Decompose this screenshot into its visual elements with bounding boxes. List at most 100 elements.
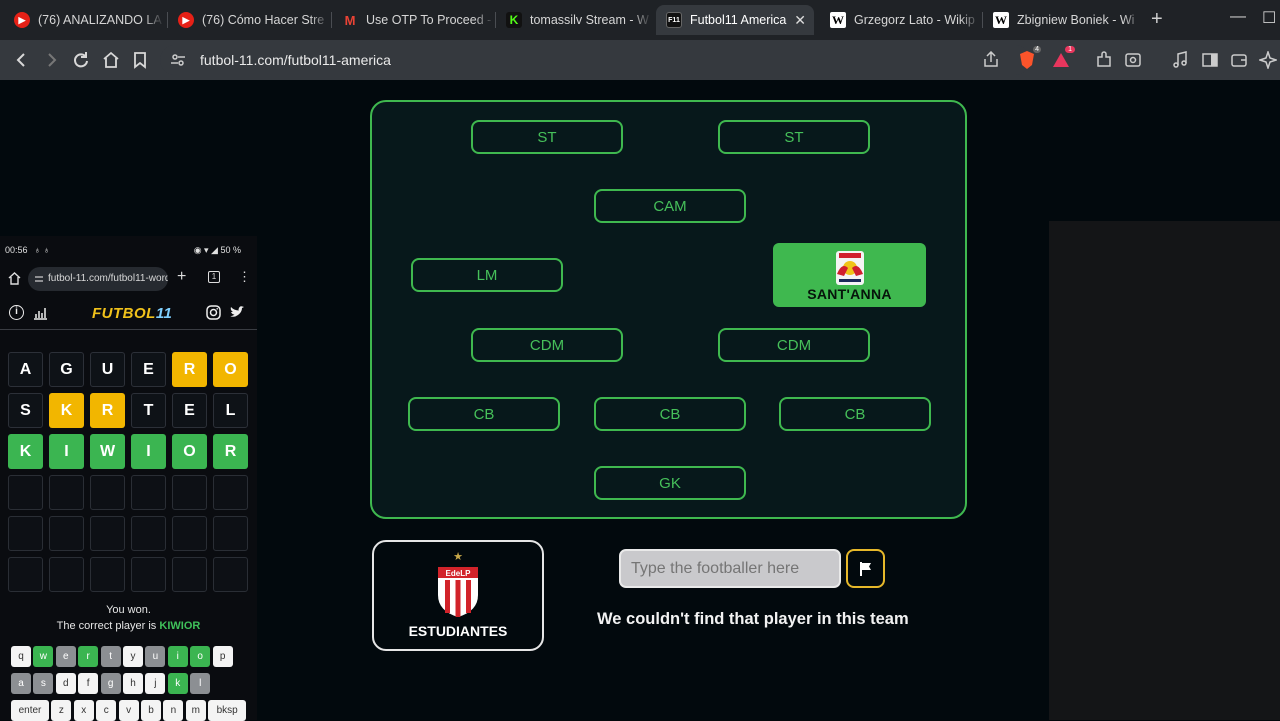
browser-tab-bar: ▶ (76) ANALIZANDO LA ▶ (76) Cómo Hacer S… bbox=[0, 0, 1280, 40]
key-r[interactable]: r bbox=[78, 646, 99, 667]
key-f[interactable]: f bbox=[78, 673, 99, 694]
tab-kick[interactable]: K tomassilv Stream - W bbox=[496, 5, 652, 35]
tab-wikipedia-boniek[interactable]: W Zbigniew Boniek - Wi bbox=[983, 5, 1143, 35]
phone-time: 00:56 bbox=[5, 245, 28, 255]
grid-cell: E bbox=[131, 352, 166, 387]
key-w[interactable]: w bbox=[33, 646, 54, 667]
phone-menu-icon[interactable]: ⋮ bbox=[238, 269, 251, 285]
grid-cell: E bbox=[172, 393, 207, 428]
slot-cdm-2[interactable]: CDM bbox=[718, 328, 870, 362]
tab-title: tomassilv Stream - W bbox=[530, 13, 649, 27]
grid-cell: K bbox=[8, 434, 43, 469]
key-y[interactable]: y bbox=[123, 646, 143, 667]
gmail-icon: M bbox=[344, 12, 356, 28]
reload-button[interactable] bbox=[70, 49, 92, 71]
key-u[interactable]: u bbox=[145, 646, 166, 667]
lineup-pitch: ST ST CAM LM SANT'ANNA CDM CDM CB CB CB … bbox=[370, 100, 967, 519]
phone-address-bar[interactable]: futbol-11.com/futbol11-word bbox=[28, 267, 168, 291]
key-l[interactable]: l bbox=[190, 673, 211, 694]
key-b[interactable]: b bbox=[141, 700, 161, 721]
key-j[interactable]: j bbox=[145, 673, 166, 694]
extensions-icon[interactable] bbox=[1094, 50, 1114, 70]
bookmark-button[interactable] bbox=[129, 49, 151, 71]
key-d[interactable]: d bbox=[55, 673, 76, 694]
slot-lm[interactable]: LM bbox=[411, 258, 563, 292]
grid-cell bbox=[172, 475, 207, 510]
home-button[interactable] bbox=[100, 49, 122, 71]
address-bar[interactable]: futbol-11.com/futbol11-america bbox=[160, 45, 1030, 75]
slot-cb-3[interactable]: CB bbox=[779, 397, 931, 431]
key-n[interactable]: n bbox=[163, 700, 184, 721]
footballer-search-input[interactable] bbox=[619, 549, 841, 588]
wikipedia-icon: W bbox=[830, 12, 846, 28]
slot-cb-2[interactable]: CB bbox=[594, 397, 746, 431]
phone-tab-count[interactable]: 1 bbox=[208, 271, 220, 283]
slot-cb-1[interactable]: CB bbox=[408, 397, 560, 431]
key-p[interactable]: p bbox=[212, 646, 233, 667]
key-s[interactable]: s bbox=[33, 673, 54, 694]
phone-new-tab-icon[interactable]: + bbox=[177, 268, 186, 286]
minimize-icon[interactable]: — bbox=[1230, 8, 1246, 26]
media-controls-icon[interactable] bbox=[1170, 50, 1190, 70]
key-bksp[interactable]: bksp bbox=[208, 700, 247, 721]
key-x[interactable]: x bbox=[73, 700, 94, 721]
instagram-icon[interactable] bbox=[206, 305, 221, 320]
key-a[interactable]: a bbox=[11, 673, 31, 694]
close-tab-icon[interactable]: ✕ bbox=[794, 12, 806, 29]
brave-shields-icon[interactable]: 4 bbox=[1017, 46, 1041, 70]
brave-rewards-icon[interactable]: 1 bbox=[1051, 46, 1075, 70]
key-o[interactable]: o bbox=[190, 646, 211, 667]
key-h[interactable]: h bbox=[123, 673, 143, 694]
home-icon[interactable] bbox=[8, 272, 21, 285]
maximize-icon[interactable]: ☐ bbox=[1262, 8, 1276, 28]
key-q[interactable]: q bbox=[11, 646, 31, 667]
slot-st-2[interactable]: ST bbox=[718, 120, 870, 154]
key-e[interactable]: e bbox=[55, 646, 76, 667]
grid-cell: L bbox=[213, 393, 248, 428]
key-v[interactable]: v bbox=[118, 700, 139, 721]
svg-text:EdeLP: EdeLP bbox=[446, 569, 472, 578]
slot-cam[interactable]: CAM bbox=[594, 189, 746, 223]
twitter-icon[interactable] bbox=[229, 306, 245, 319]
slot-gk[interactable]: GK bbox=[594, 466, 746, 500]
tab-youtube-1[interactable]: ▶ (76) ANALIZANDO LA bbox=[4, 5, 164, 35]
key-m[interactable]: m bbox=[185, 700, 206, 721]
new-tab-button[interactable]: + bbox=[1151, 8, 1163, 31]
slot-rm-filled[interactable]: SANT'ANNA bbox=[773, 243, 926, 307]
back-button[interactable] bbox=[11, 49, 33, 71]
bookmark-icon bbox=[134, 52, 146, 69]
grid-cell: O bbox=[172, 434, 207, 469]
battery-level: 50 % bbox=[220, 245, 241, 255]
key-enter[interactable]: enter bbox=[11, 700, 49, 721]
grid-cell: T bbox=[131, 393, 166, 428]
tab-search-icon[interactable] bbox=[1123, 50, 1143, 70]
key-c[interactable]: c bbox=[96, 700, 117, 721]
grid-cell: O bbox=[213, 352, 248, 387]
site-settings-icon bbox=[171, 54, 185, 66]
futbol11-icon: F11 bbox=[666, 12, 682, 28]
futbol11-logo: FUTBOL11 bbox=[92, 305, 173, 322]
key-i[interactable]: i bbox=[167, 646, 188, 667]
forward-button[interactable] bbox=[40, 49, 62, 71]
give-up-button[interactable] bbox=[846, 549, 885, 588]
stats-icon[interactable] bbox=[33, 306, 48, 320]
site-settings-icon bbox=[35, 276, 43, 282]
tab-wikipedia-lato[interactable]: W Grzegorz Lato - Wikip bbox=[820, 5, 980, 35]
wifi-signal-icon: ◉ ▾ ◢ bbox=[193, 245, 221, 255]
futbol11-header: i FUTBOL11 bbox=[0, 298, 257, 330]
key-z[interactable]: z bbox=[51, 700, 72, 721]
tab-gmail[interactable]: M Use OTP To Proceed - bbox=[332, 5, 494, 35]
wallet-icon[interactable] bbox=[1229, 50, 1249, 70]
info-icon[interactable]: i bbox=[9, 305, 24, 320]
slot-st-1[interactable]: ST bbox=[471, 120, 623, 154]
grid-cell bbox=[90, 516, 125, 551]
tab-youtube-2[interactable]: ▶ (76) Cómo Hacer Stre bbox=[168, 5, 330, 35]
grid-cell bbox=[90, 475, 125, 510]
tab-futbol11-active[interactable]: F11 Futbol11 America ✕ bbox=[656, 5, 814, 35]
slot-cdm-1[interactable]: CDM bbox=[471, 328, 623, 362]
leo-ai-icon[interactable] bbox=[1258, 50, 1278, 70]
sidebar-icon[interactable] bbox=[1200, 50, 1220, 70]
key-k[interactable]: k bbox=[167, 673, 188, 694]
key-g[interactable]: g bbox=[100, 673, 121, 694]
key-t[interactable]: t bbox=[100, 646, 121, 667]
